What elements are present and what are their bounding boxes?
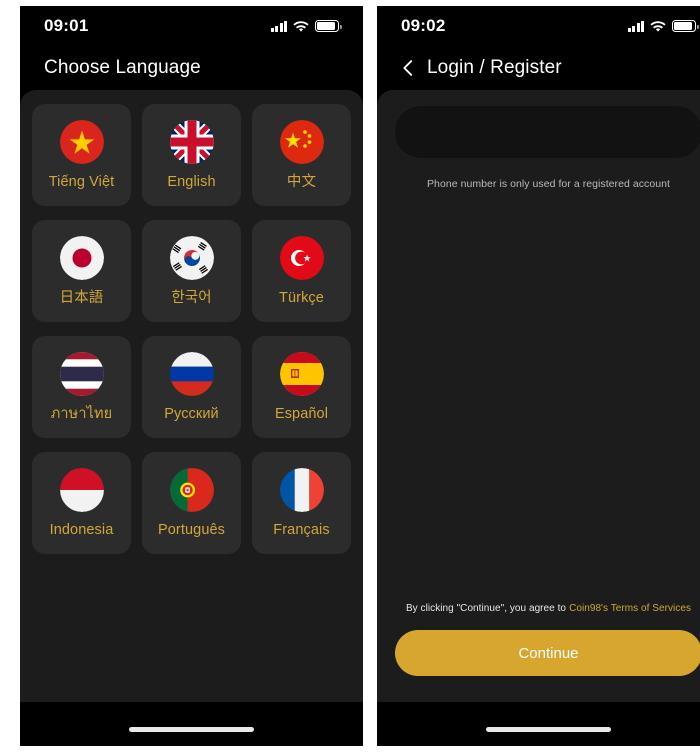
language-card-chinese[interactable]: 中文	[252, 104, 351, 206]
language-card-korean[interactable]: 한국어	[142, 220, 241, 322]
language-label: Indonesia	[49, 522, 114, 539]
flag-thailand-icon	[59, 352, 104, 397]
sheet-wrap-left: Tiếng Việt English 中文 日本語 한국어 Türkçe ภาษ…	[20, 90, 363, 746]
navbar-left: Choose Language	[20, 46, 363, 90]
flag-portugal-icon	[169, 468, 214, 513]
phone-left-choose-language: 09:01 Choose Language Tiếng Việt English…	[20, 6, 363, 746]
status-icons	[270, 20, 342, 32]
language-label: Türkçe	[279, 290, 324, 307]
flag-france-icon	[279, 468, 324, 513]
language-card-portuguese[interactable]: Português	[142, 452, 241, 554]
flag-russia-icon	[169, 352, 214, 397]
phone-input-hint: Phone number is only used for a register…	[427, 178, 670, 190]
battery-icon	[672, 20, 699, 32]
flag-vietnam-icon	[59, 120, 104, 165]
flag-turkey-icon	[279, 236, 324, 281]
home-indicator[interactable]	[129, 726, 254, 732]
language-card-thai[interactable]: ภาษาไทย	[32, 336, 131, 438]
language-card-vietnamese[interactable]: Tiếng Việt	[32, 104, 131, 206]
language-label: ภาษาไทย	[50, 406, 113, 423]
flag-south-korea-icon	[169, 236, 214, 281]
phone-right-login-register: 09:02 Login / Register Phone number is o…	[377, 6, 700, 746]
language-card-french[interactable]: Français	[252, 452, 351, 554]
chevron-left-icon[interactable]	[395, 55, 421, 81]
language-card-japanese[interactable]: 日本語	[32, 220, 131, 322]
signal-bars-icon	[627, 20, 644, 32]
home-indicator-area-right	[377, 712, 700, 746]
status-bar-left: 09:01	[20, 6, 363, 46]
status-time: 09:02	[401, 16, 446, 35]
flag-spain-icon	[279, 352, 324, 397]
language-label: 中文	[286, 174, 317, 191]
language-label: English	[167, 174, 216, 191]
status-bar-right: 09:02	[377, 6, 700, 46]
page-title: Choose Language	[44, 57, 201, 78]
continue-button[interactable]: Continue	[395, 630, 700, 676]
flag-united-kingdom-icon	[169, 120, 214, 165]
language-label: Português	[158, 522, 225, 539]
language-label: Français	[273, 522, 330, 539]
language-card-indonesian[interactable]: Indonesia	[32, 452, 131, 554]
flag-china-icon	[279, 120, 324, 165]
home-indicator-area-left	[20, 712, 363, 746]
terms-of-services-link[interactable]: Coin98's Terms of Services	[569, 603, 691, 614]
language-label: 한국어	[171, 290, 212, 307]
battery-icon	[315, 20, 342, 32]
terms-prefix-text: By clicking "Continue", you agree to	[405, 603, 567, 614]
language-card-turkish[interactable]: Türkçe	[252, 220, 351, 322]
screenshot-stage: 09:01 Choose Language Tiếng Việt English…	[0, 0, 700, 752]
terms-notice: By clicking "Continue", you agree to Coin…	[395, 603, 700, 614]
phone-number-input[interactable]	[395, 106, 700, 158]
home-indicator[interactable]	[486, 726, 611, 732]
language-grid: Tiếng Việt English 中文 日本語 한국어 Türkçe ภาษ…	[32, 104, 351, 554]
signal-bars-icon	[270, 20, 287, 32]
language-label: Español	[274, 406, 329, 423]
sheet-wrap-right: Phone number is only used for a register…	[377, 90, 700, 746]
language-card-russian[interactable]: Русский	[142, 336, 241, 438]
language-label: Tiếng Việt	[48, 174, 115, 191]
flag-japan-icon	[59, 236, 104, 281]
wifi-icon	[650, 20, 666, 32]
status-time: 09:01	[44, 16, 89, 35]
language-card-spanish[interactable]: Español	[252, 336, 351, 438]
navbar-right: Login / Register	[377, 46, 700, 90]
page-title: Login / Register	[427, 57, 562, 78]
login-spacer	[395, 190, 700, 603]
language-label: Русский	[164, 406, 219, 423]
flag-indonesia-icon	[59, 468, 104, 513]
login-sheet: Phone number is only used for a register…	[377, 90, 700, 702]
language-sheet: Tiếng Việt English 中文 日本語 한국어 Türkçe ภาษ…	[20, 90, 363, 702]
language-card-english[interactable]: English	[142, 104, 241, 206]
language-label: 日本語	[59, 290, 104, 307]
status-icons	[627, 20, 699, 32]
wifi-icon	[293, 20, 309, 32]
